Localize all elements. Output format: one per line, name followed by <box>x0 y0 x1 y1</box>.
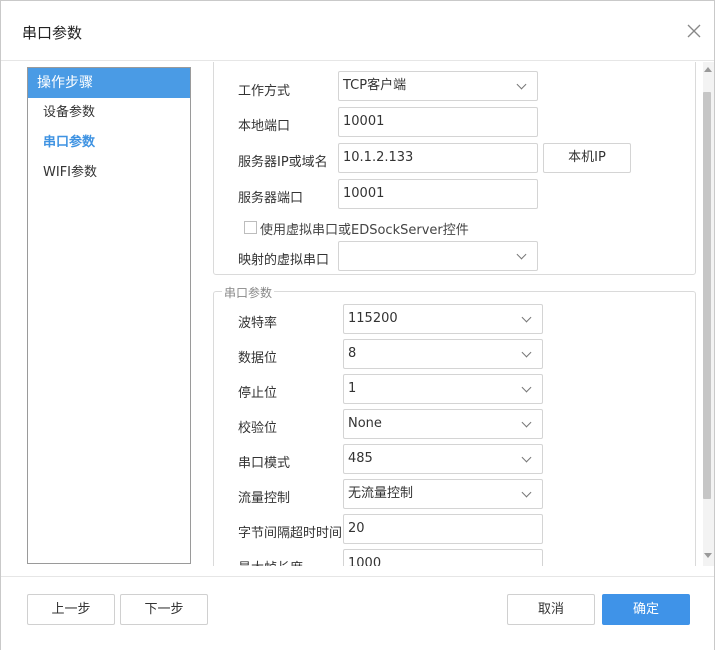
prev-button[interactable]: 上一步 <box>27 594 115 625</box>
max-frame-input[interactable]: 1000 <box>343 549 543 566</box>
data-bits-label: 数据位 <box>238 351 278 366</box>
serial-mode-row: 串口模式 485 <box>214 444 695 476</box>
content-scroll-area[interactable]: 工作方式 TCP客户端 本地端口 10001 服务器IP或域名 10.1.2.1… <box>201 62 714 566</box>
flow-control-row: 流量控制 无流量控制 <box>214 479 695 511</box>
server-port-value: 10001 <box>343 186 385 201</box>
dialog-footer: 上一步 下一步 取消 确定 <box>1 576 714 650</box>
server-ip-label: 服务器IP或域名 <box>238 155 328 170</box>
serial-group-legend: 串口参数 <box>222 284 275 301</box>
data-bits-row: 数据位 8 <box>214 339 695 371</box>
byte-timeout-input[interactable]: 20 <box>343 514 543 544</box>
flow-control-label: 流量控制 <box>238 491 291 506</box>
stop-bits-value: 1 <box>348 381 357 396</box>
serial-params-dialog: 串口参数 操作步骤 设备参数 串口参数 WIFI参数 工作方式 TCP客户端 本… <box>0 0 715 650</box>
data-bits-value: 8 <box>348 346 357 361</box>
byte-timeout-label: 字节间隔超时时间 <box>238 526 343 541</box>
serial-mode-select[interactable]: 485 <box>343 444 543 474</box>
next-button[interactable]: 下一步 <box>120 594 208 625</box>
local-port-label: 本地端口 <box>238 119 291 134</box>
local-port-row: 本地端口 10001 <box>214 107 695 139</box>
virtual-port-checkbox-label: 使用虚拟串口或EDSockServer控件 <box>260 223 469 238</box>
local-port-input[interactable]: 10001 <box>338 107 538 137</box>
nav-item-wifi-params[interactable]: WIFI参数 <box>28 158 190 188</box>
title-bar: 串口参数 <box>1 1 714 61</box>
max-frame-label: 最大帧长度 <box>238 557 303 566</box>
parity-value: None <box>348 416 382 431</box>
server-ip-input[interactable]: 10.1.2.133 <box>338 143 538 173</box>
work-mode-select[interactable]: TCP客户端 <box>338 71 538 101</box>
cancel-button[interactable]: 取消 <box>507 594 595 625</box>
nav-item-device-params[interactable]: 设备参数 <box>28 98 190 128</box>
baud-rate-select[interactable]: 115200 <box>343 304 543 334</box>
baud-rate-label: 波特率 <box>238 316 278 331</box>
server-port-row: 服务器端口 10001 <box>214 179 695 211</box>
dialog-title: 串口参数 <box>22 24 83 42</box>
steps-nav: 操作步骤 设备参数 串口参数 WIFI参数 <box>27 67 191 564</box>
mapped-port-row: 映射的虚拟串口 <box>214 241 695 273</box>
work-mode-row: 工作方式 TCP客户端 <box>214 71 695 104</box>
scroll-up-icon[interactable] <box>704 67 712 72</box>
stop-bits-select[interactable]: 1 <box>343 374 543 404</box>
scrollbar-thumb[interactable] <box>703 92 711 499</box>
serial-mode-value: 485 <box>348 451 373 466</box>
work-mode-label: 工作方式 <box>238 84 291 99</box>
byte-timeout-value: 20 <box>348 521 365 536</box>
server-port-label: 服务器端口 <box>238 191 304 206</box>
parity-row: 校验位 None <box>214 409 695 441</box>
nav-item-serial-params[interactable]: 串口参数 <box>28 128 190 158</box>
byte-timeout-row: 字节间隔超时时间 20 <box>214 514 695 546</box>
mapped-port-label: 映射的虚拟串口 <box>238 253 330 268</box>
local-port-value: 10001 <box>343 114 385 129</box>
max-frame-value: 1000 <box>348 556 382 566</box>
virtual-port-checkbox[interactable] <box>244 221 257 234</box>
flow-control-select[interactable]: 无流量控制 <box>343 479 543 509</box>
stop-bits-label: 停止位 <box>238 386 278 401</box>
confirm-button[interactable]: 确定 <box>602 594 690 625</box>
mapped-port-select[interactable] <box>338 241 538 271</box>
max-frame-row: 最大帧长度 1000 <box>214 549 695 566</box>
scroll-down-icon[interactable] <box>704 553 712 558</box>
work-mode-value: TCP客户端 <box>343 78 407 93</box>
server-port-input[interactable]: 10001 <box>338 179 538 209</box>
serial-mode-label: 串口模式 <box>238 456 291 471</box>
stop-bits-row: 停止位 1 <box>214 374 695 406</box>
virtual-port-checkbox-row[interactable]: 使用虚拟串口或EDSockServer控件 <box>244 219 664 238</box>
local-ip-button[interactable]: 本机IP <box>543 143 631 173</box>
baud-rate-value: 115200 <box>348 311 398 326</box>
baud-rate-row: 波特率 115200 <box>214 304 695 336</box>
parity-label: 校验位 <box>238 421 278 436</box>
network-group: 工作方式 TCP客户端 本地端口 10001 服务器IP或域名 10.1.2.1… <box>213 62 696 275</box>
parity-select[interactable]: None <box>343 409 543 439</box>
serial-group: 串口参数 波特率 115200 数据位 8 停止位 1 校验位 None 串口模… <box>213 284 696 566</box>
close-icon[interactable] <box>684 21 704 41</box>
data-bits-select[interactable]: 8 <box>343 339 543 369</box>
server-ip-value: 10.1.2.133 <box>343 150 414 165</box>
server-ip-row: 服务器IP或域名 10.1.2.133 本机IP <box>214 143 695 175</box>
flow-control-value: 无流量控制 <box>348 486 414 501</box>
nav-header: 操作步骤 <box>28 68 190 98</box>
